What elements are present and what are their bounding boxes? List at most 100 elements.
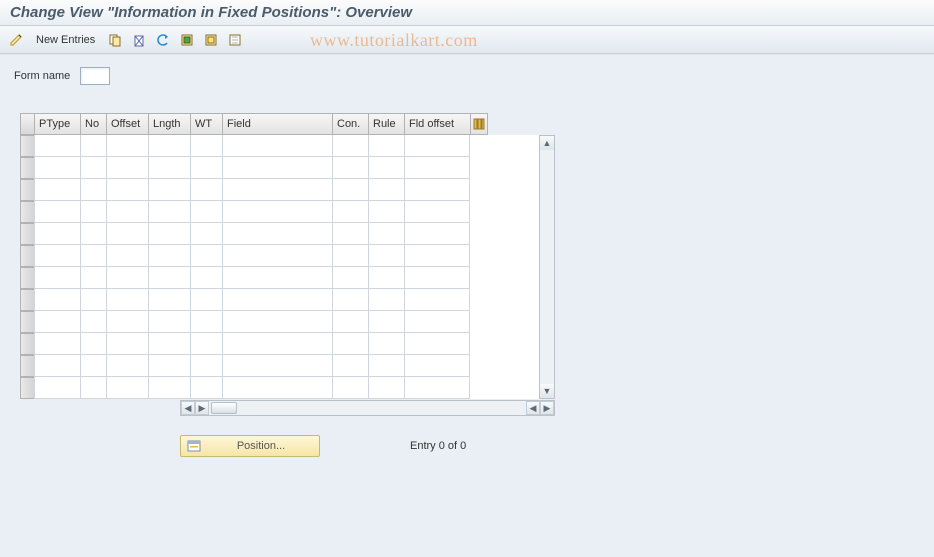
grid-cell[interactable] <box>332 223 368 245</box>
grid-cell[interactable] <box>34 135 80 157</box>
grid-cell[interactable] <box>404 135 470 157</box>
grid-cell[interactable] <box>404 377 470 399</box>
grid-cell[interactable] <box>148 355 190 377</box>
row-selector[interactable] <box>20 267 34 289</box>
grid-cell[interactable] <box>106 179 148 201</box>
table-row[interactable] <box>20 355 555 377</box>
grid-cell[interactable] <box>190 179 222 201</box>
row-selector[interactable] <box>20 289 34 311</box>
grid-cell[interactable] <box>222 245 332 267</box>
col-con[interactable]: Con. <box>332 113 368 135</box>
deselect-all-icon[interactable] <box>225 30 245 50</box>
grid-cell[interactable] <box>222 135 332 157</box>
table-row[interactable] <box>20 157 555 179</box>
grid-cell[interactable] <box>80 223 106 245</box>
row-selector[interactable] <box>20 333 34 355</box>
grid-cell[interactable] <box>106 135 148 157</box>
grid-cell[interactable] <box>222 267 332 289</box>
grid-cell[interactable] <box>80 267 106 289</box>
grid-cell[interactable] <box>34 179 80 201</box>
grid-cell[interactable] <box>332 135 368 157</box>
grid-select-all[interactable] <box>20 113 34 135</box>
grid-cell[interactable] <box>190 289 222 311</box>
table-row[interactable] <box>20 201 555 223</box>
grid-cell[interactable] <box>332 289 368 311</box>
grid-cell[interactable] <box>368 267 404 289</box>
grid-cell[interactable] <box>34 201 80 223</box>
grid-cell[interactable] <box>190 267 222 289</box>
grid-cell[interactable] <box>190 311 222 333</box>
scroll-track[interactable] <box>540 150 554 384</box>
grid-cell[interactable] <box>190 135 222 157</box>
grid-cell[interactable] <box>190 201 222 223</box>
grid-cell[interactable] <box>106 201 148 223</box>
scroll-left-end-icon[interactable]: ◀ <box>526 401 540 415</box>
grid-cell[interactable] <box>404 355 470 377</box>
grid-cell[interactable] <box>368 377 404 399</box>
row-selector[interactable] <box>20 245 34 267</box>
table-row[interactable] <box>20 245 555 267</box>
table-row[interactable] <box>20 311 555 333</box>
grid-cell[interactable] <box>190 223 222 245</box>
grid-cell[interactable] <box>34 289 80 311</box>
grid-cell[interactable] <box>368 289 404 311</box>
grid-cell[interactable] <box>80 355 106 377</box>
col-lngth[interactable]: Lngth <box>148 113 190 135</box>
grid-cell[interactable] <box>368 333 404 355</box>
grid-cell[interactable] <box>106 267 148 289</box>
table-row[interactable] <box>20 223 555 245</box>
grid-cell[interactable] <box>404 201 470 223</box>
grid-cell[interactable] <box>34 355 80 377</box>
change-icon[interactable] <box>6 30 26 50</box>
grid-cell[interactable] <box>222 157 332 179</box>
grid-cell[interactable] <box>148 223 190 245</box>
grid-cell[interactable] <box>404 179 470 201</box>
row-selector[interactable] <box>20 223 34 245</box>
table-row[interactable] <box>20 179 555 201</box>
grid-cell[interactable] <box>80 311 106 333</box>
grid-cell[interactable] <box>80 135 106 157</box>
grid-cell[interactable] <box>106 311 148 333</box>
row-selector[interactable] <box>20 135 34 157</box>
scroll-up-icon[interactable]: ▲ <box>540 136 554 150</box>
grid-cell[interactable] <box>368 201 404 223</box>
grid-cell[interactable] <box>148 267 190 289</box>
grid-cell[interactable] <box>332 201 368 223</box>
col-rule[interactable]: Rule <box>368 113 404 135</box>
grid-cell[interactable] <box>404 289 470 311</box>
grid-cell[interactable] <box>190 333 222 355</box>
grid-cell[interactable] <box>222 377 332 399</box>
grid-cell[interactable] <box>80 289 106 311</box>
table-row[interactable] <box>20 267 555 289</box>
select-block-icon[interactable] <box>201 30 221 50</box>
grid-cell[interactable] <box>34 333 80 355</box>
select-all-icon[interactable] <box>177 30 197 50</box>
grid-cell[interactable] <box>106 289 148 311</box>
grid-cell[interactable] <box>190 157 222 179</box>
table-row[interactable] <box>20 333 555 355</box>
delete-icon[interactable] <box>129 30 149 50</box>
row-selector[interactable] <box>20 157 34 179</box>
vertical-scrollbar[interactable]: ▲ ▼ <box>539 135 555 399</box>
grid-cell[interactable] <box>106 355 148 377</box>
position-button[interactable]: Position... <box>180 435 320 457</box>
grid-cell[interactable] <box>148 157 190 179</box>
grid-cell[interactable] <box>222 289 332 311</box>
horizontal-scrollbar[interactable]: ◀ ▶ ◀ ▶ <box>180 400 555 416</box>
grid-cell[interactable] <box>222 201 332 223</box>
grid-cell[interactable] <box>80 201 106 223</box>
grid-cell[interactable] <box>222 223 332 245</box>
grid-cell[interactable] <box>404 223 470 245</box>
undo-icon[interactable] <box>153 30 173 50</box>
grid-cell[interactable] <box>368 311 404 333</box>
grid-cell[interactable] <box>222 355 332 377</box>
table-row[interactable] <box>20 289 555 311</box>
copy-icon[interactable] <box>105 30 125 50</box>
grid-cell[interactable] <box>148 289 190 311</box>
grid-cell[interactable] <box>80 245 106 267</box>
grid-cell[interactable] <box>368 355 404 377</box>
col-fldoffset[interactable]: Fld offset <box>404 113 470 135</box>
grid-cell[interactable] <box>34 311 80 333</box>
row-selector[interactable] <box>20 355 34 377</box>
grid-cell[interactable] <box>106 333 148 355</box>
